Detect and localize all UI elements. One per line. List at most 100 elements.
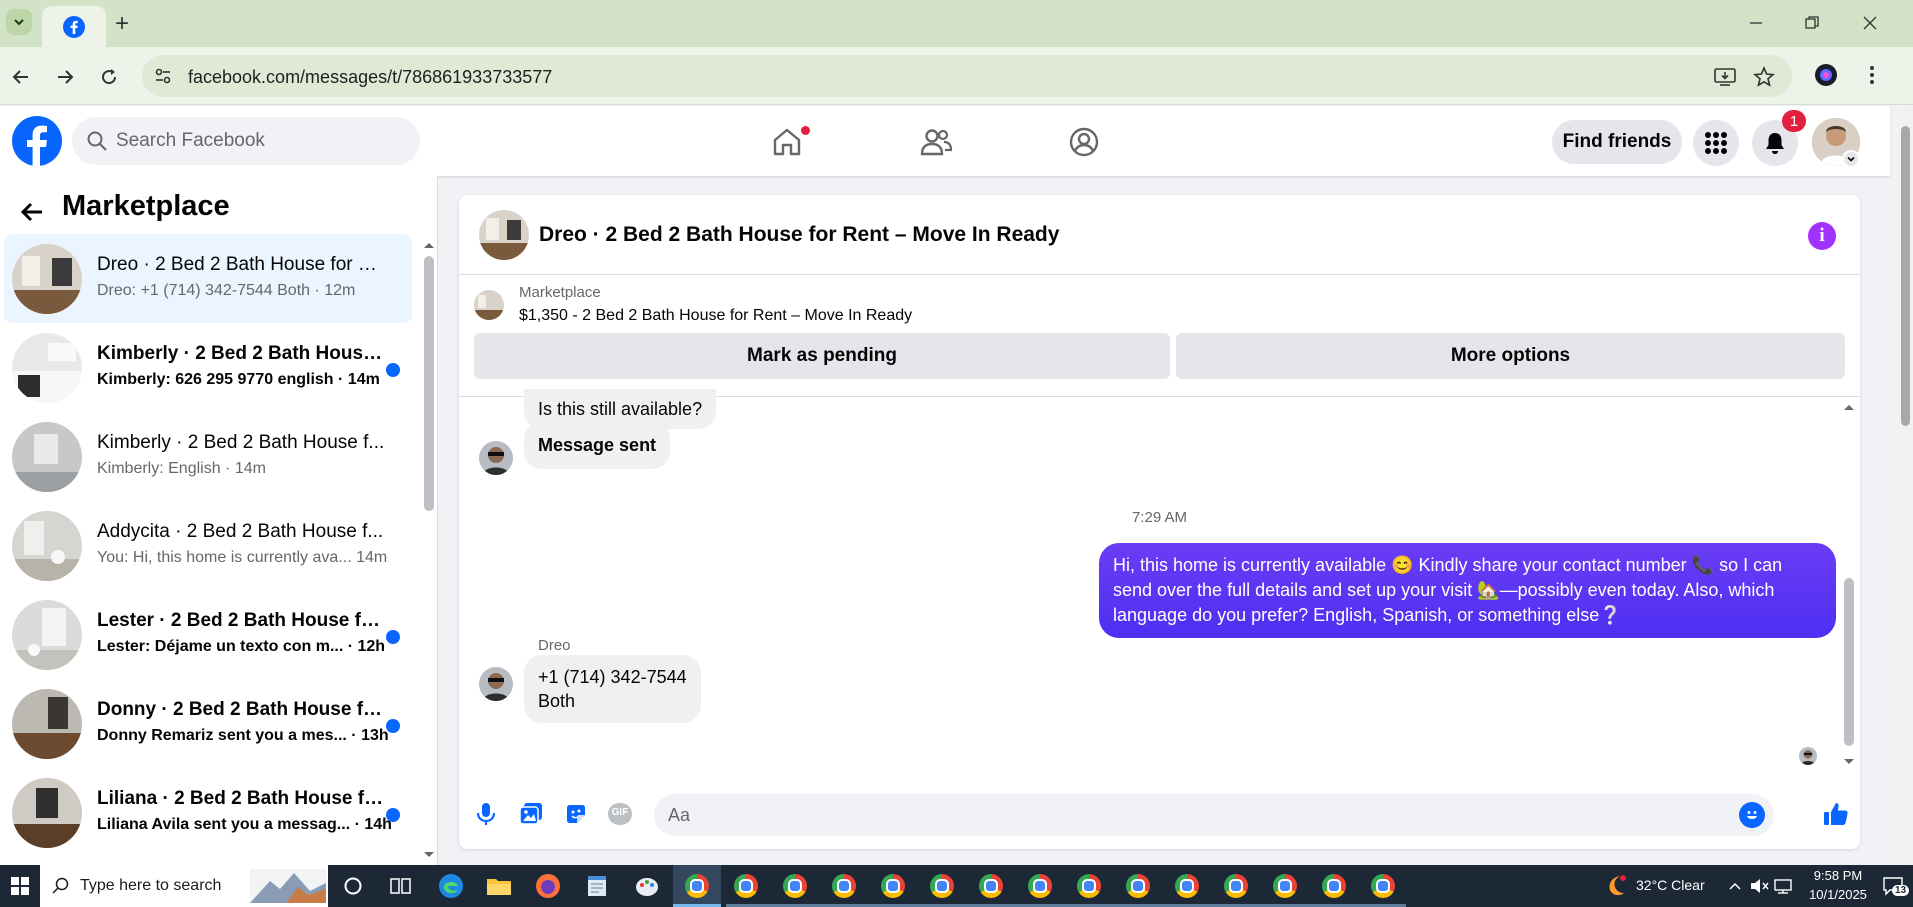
unread-dot bbox=[386, 363, 400, 377]
site-info-button[interactable] bbox=[150, 63, 176, 89]
taskbar-chrome-12[interactable] bbox=[1221, 871, 1251, 901]
chat-scroll-up-icon[interactable] bbox=[1842, 402, 1856, 412]
sticker-button[interactable] bbox=[561, 799, 591, 829]
start-button[interactable] bbox=[0, 865, 40, 907]
search-highlight-mountain-icon bbox=[250, 869, 326, 903]
conversation-item-dreo[interactable]: Dreo · 2 Bed 2 Bath House for R... Dreo:… bbox=[4, 234, 412, 323]
tab-search-button[interactable] bbox=[6, 9, 32, 35]
nav-home[interactable] bbox=[765, 120, 810, 164]
account-menu-caret[interactable] bbox=[1842, 150, 1860, 168]
forward-button[interactable] bbox=[50, 62, 80, 92]
weather-text[interactable]: 32°C Clear bbox=[1636, 877, 1705, 893]
weather-widget-icon-button[interactable] bbox=[1600, 871, 1630, 901]
chat-listing-thumbnail[interactable] bbox=[479, 210, 529, 260]
nav-friends[interactable] bbox=[914, 120, 958, 164]
listing-thumbnail-small[interactable] bbox=[474, 290, 504, 320]
reload-button[interactable] bbox=[94, 62, 124, 92]
taskbar-chrome-4[interactable] bbox=[829, 871, 859, 901]
facebook-logo-icon bbox=[12, 116, 62, 166]
attach-photo-button[interactable] bbox=[516, 799, 546, 829]
taskbar-chrome-14[interactable] bbox=[1319, 871, 1349, 901]
new-tab-button[interactable]: + bbox=[108, 10, 136, 38]
conversation-item-donny[interactable]: Donny · 2 Bed 2 Bath House fo... Donny R… bbox=[4, 679, 412, 768]
conversation-list-scrollbar[interactable] bbox=[424, 256, 434, 511]
taskbar-edge[interactable] bbox=[436, 871, 466, 901]
restore-button[interactable] bbox=[1792, 8, 1832, 38]
scroll-down-arrow-icon[interactable] bbox=[422, 850, 436, 860]
taskbar-chrome-10[interactable] bbox=[1123, 871, 1153, 901]
sender-avatar[interactable] bbox=[479, 441, 513, 475]
clock-time[interactable]: 9:58 PM bbox=[1804, 868, 1872, 883]
taskbar-firefox[interactable] bbox=[533, 871, 563, 901]
chrome-icon bbox=[979, 874, 1003, 898]
page-scrollbar-thumb[interactable] bbox=[1901, 126, 1910, 426]
conversation-info-button[interactable]: i bbox=[1808, 222, 1836, 250]
conversation-item-lester[interactable]: Lester · 2 Bed 2 Bath House fo... Lester… bbox=[4, 590, 412, 679]
action-center-button[interactable]: 13 bbox=[1878, 871, 1910, 901]
address-bar[interactable]: facebook.com/messages/t/786861933733577 bbox=[142, 55, 1792, 97]
taskbar-chrome-8[interactable] bbox=[1025, 871, 1055, 901]
message-input[interactable] bbox=[668, 802, 1718, 828]
close-window-button[interactable] bbox=[1850, 8, 1890, 38]
voice-clip-button[interactable] bbox=[471, 799, 501, 829]
conversation-item-kimberly-2[interactable]: Kimberly · 2 Bed 2 Bath House f... Kimbe… bbox=[4, 412, 412, 501]
back-button[interactable] bbox=[6, 62, 36, 92]
taskbar-file-explorer[interactable] bbox=[484, 871, 514, 901]
taskbar-chrome-11[interactable] bbox=[1172, 871, 1202, 901]
more-options-button[interactable]: More options bbox=[1176, 333, 1845, 379]
facebook-header: Find friends 1 bbox=[0, 106, 1890, 176]
minimize-button[interactable] bbox=[1736, 8, 1776, 38]
browser-menu-button[interactable] bbox=[1860, 63, 1884, 87]
gif-button[interactable]: GIF bbox=[605, 799, 635, 829]
conversation-item-kimberly-1[interactable]: Kimberly · 2 Bed 2 Bath House... Kimberl… bbox=[4, 323, 412, 412]
emoji-button[interactable] bbox=[1739, 802, 1765, 828]
url-text[interactable]: facebook.com/messages/t/786861933733577 bbox=[188, 67, 552, 88]
facebook-logo[interactable] bbox=[12, 116, 62, 166]
install-app-button[interactable] bbox=[1713, 65, 1737, 89]
taskbar-app-notepad[interactable] bbox=[582, 871, 612, 901]
browser-tab-facebook[interactable] bbox=[42, 6, 106, 47]
chat-title[interactable]: Dreo · 2 Bed 2 Bath House for Rent – Mov… bbox=[539, 223, 1059, 247]
more-vertical-icon bbox=[1870, 66, 1874, 84]
message-input-wrapper[interactable] bbox=[654, 794, 1774, 836]
listing-price-title[interactable]: $1,350 - 2 Bed 2 Bath House for Rent – M… bbox=[519, 307, 912, 325]
back-to-chats-button[interactable] bbox=[18, 198, 46, 226]
conversation-item-liliana[interactable]: Liliana · 2 Bed 2 Bath House fo... Lilia… bbox=[4, 768, 412, 857]
task-view-icon bbox=[390, 878, 411, 894]
paint-icon bbox=[636, 878, 658, 896]
facebook-search[interactable] bbox=[72, 117, 420, 165]
find-friends-button[interactable]: Find friends bbox=[1552, 120, 1682, 164]
chrome-icon bbox=[1322, 874, 1346, 898]
cortana-button[interactable] bbox=[338, 871, 368, 901]
taskbar-chrome-7[interactable] bbox=[976, 871, 1006, 901]
conversation-item-addycita[interactable]: Addycita · 2 Bed 2 Bath House f... You: … bbox=[4, 501, 412, 590]
taskbar-search-box[interactable]: Type here to search bbox=[40, 865, 328, 907]
taskbar-chrome-active[interactable] bbox=[682, 871, 712, 901]
facebook-search-input[interactable] bbox=[116, 127, 406, 155]
taskbar-chrome-9[interactable] bbox=[1074, 871, 1104, 901]
taskbar-chrome-3[interactable] bbox=[780, 871, 810, 901]
nav-profile[interactable] bbox=[1062, 120, 1106, 164]
conversation-name: Addycita · 2 Bed 2 Bath House f... bbox=[97, 521, 384, 542]
taskbar-chrome-6[interactable] bbox=[927, 871, 957, 901]
taskbar-app-paint[interactable] bbox=[632, 871, 662, 901]
page-scrollbar[interactable] bbox=[1898, 106, 1913, 865]
taskbar-chrome-5[interactable] bbox=[878, 871, 908, 901]
network-button[interactable] bbox=[1768, 871, 1798, 901]
taskbar-chrome-2[interactable] bbox=[731, 871, 761, 901]
sender-avatar[interactable] bbox=[479, 667, 513, 701]
bookmark-button[interactable] bbox=[1752, 65, 1776, 89]
mark-as-pending-button[interactable]: Mark as pending bbox=[474, 333, 1170, 379]
marketplace-label: Marketplace bbox=[519, 284, 601, 301]
menu-grid-button[interactable] bbox=[1693, 120, 1739, 166]
scroll-up-arrow-icon[interactable] bbox=[422, 240, 436, 250]
taskbar-chrome-13[interactable] bbox=[1270, 871, 1300, 901]
chat-scrollbar[interactable] bbox=[1844, 578, 1854, 746]
profile-button[interactable] bbox=[1814, 63, 1838, 87]
clock-date[interactable]: 10/1/2025 bbox=[1804, 887, 1872, 902]
chat-scroll-down-icon[interactable] bbox=[1842, 757, 1856, 767]
send-like-button[interactable] bbox=[1821, 799, 1851, 829]
taskbar-chrome-15[interactable] bbox=[1368, 871, 1398, 901]
house-interior-image bbox=[474, 290, 504, 320]
task-view-button[interactable] bbox=[386, 871, 416, 901]
